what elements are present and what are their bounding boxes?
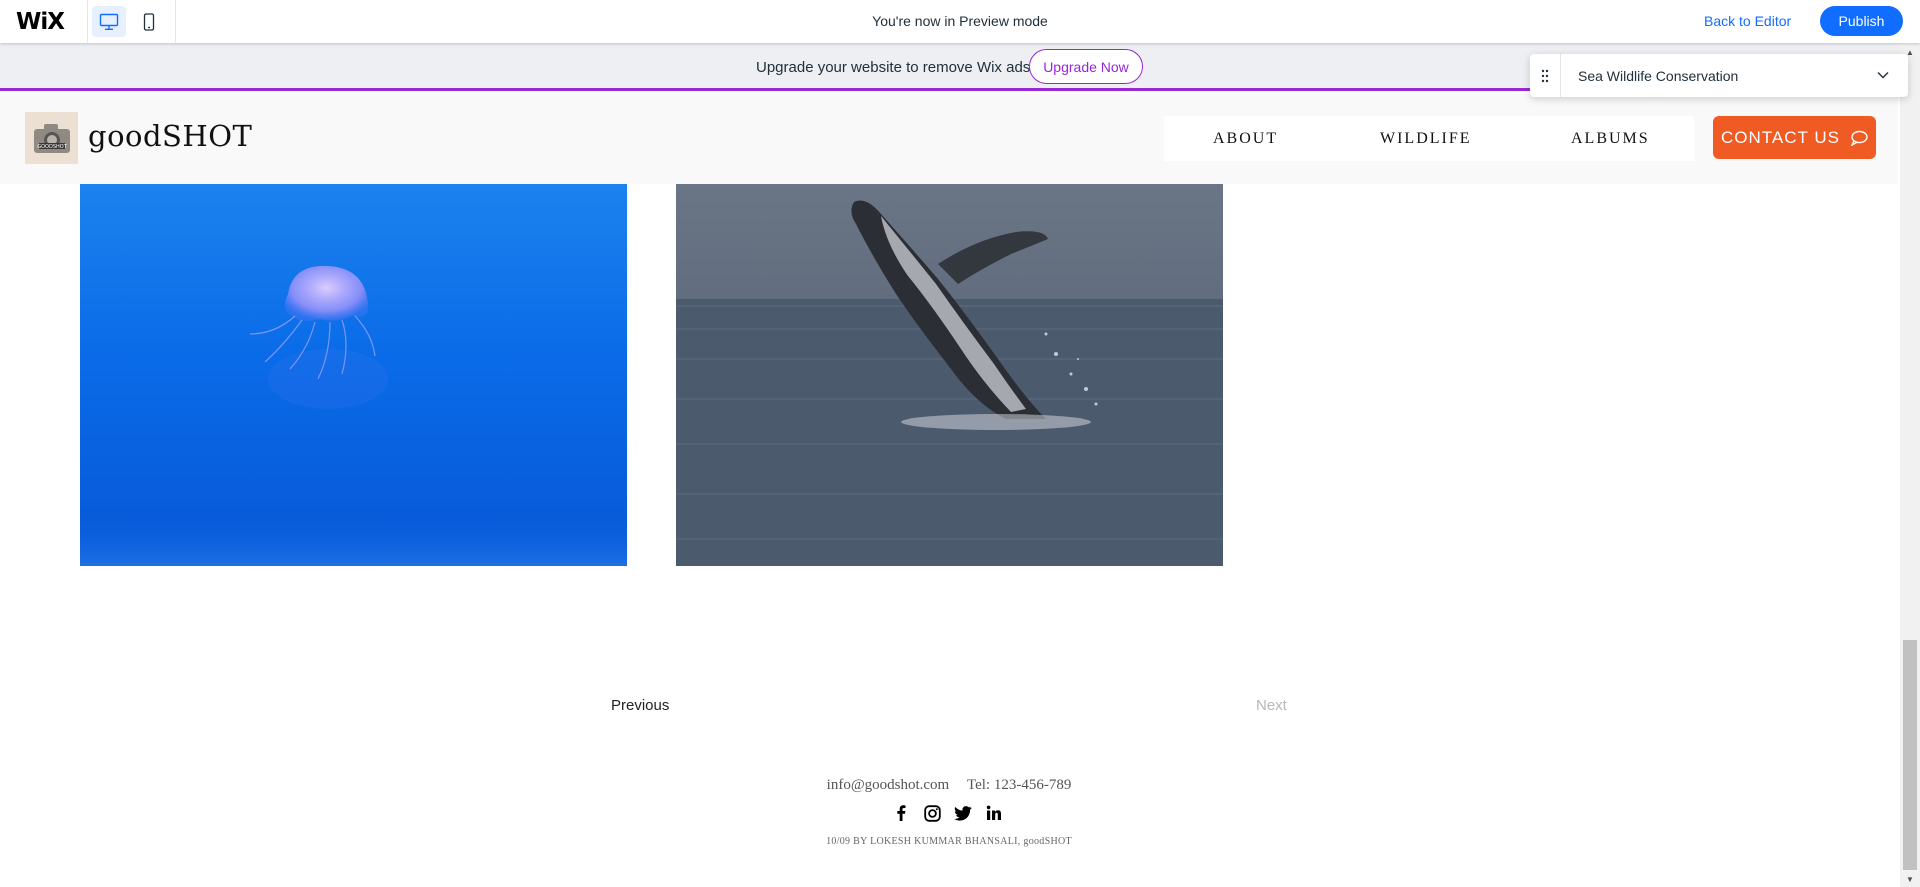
site-header: GOODSHOT goodSHOT ABOUT WILDLIFE ALBUMS … [0,94,1898,184]
footer-email[interactable]: info@goodshot.com [827,777,950,793]
nav-wildlife[interactable]: WILDLIFE [1380,130,1472,148]
back-to-editor-link[interactable]: Back to Editor [1704,13,1791,29]
next-link[interactable]: Next [1256,697,1287,714]
footer-copyright: 10/09 BY LOKESH KUMMAR BHANSALI, goodSHO… [826,836,1072,847]
contact-us-label: CONTACT US [1721,127,1840,147]
whale-photo[interactable] [676,184,1223,566]
contact-us-button[interactable]: CONTACT US [1713,116,1876,159]
drag-handle[interactable] [1530,54,1561,97]
chevron-down-icon[interactable] [1876,68,1890,87]
preview-mode-text: You're now in Preview mode [872,13,1048,29]
scrollbar-thumb[interactable] [1903,640,1917,870]
social-links [892,804,1003,822]
current-page-name: Sea Wildlife Conservation [1578,68,1739,84]
main-nav: ABOUT WILDLIFE ALBUMS [1164,116,1694,161]
jellyfish-photo[interactable] [80,184,627,566]
nav-albums[interactable]: ALBUMS [1571,130,1650,148]
publish-button[interactable]: Publish [1820,6,1903,36]
jellyfish-image [80,265,627,566]
scroll-down-arrow[interactable]: ▼ [1904,875,1916,885]
upgrade-now-button[interactable]: Upgrade Now [1029,49,1143,84]
twitter-icon[interactable] [954,804,972,822]
mobile-view-button[interactable] [132,6,166,37]
mobile-icon [143,12,155,31]
facebook-icon[interactable] [892,804,910,822]
divider [87,0,88,43]
drag-handle-icon [1541,69,1549,82]
svg-text:GOODSHOT: GOODSHOT [37,144,67,150]
upgrade-banner-text: Upgrade your website to remove Wix ads [756,59,1031,76]
footer-phone: Tel: 123-456-789 [966,777,1072,793]
desktop-icon [99,13,119,30]
camera-icon: GOODSHOT [33,124,70,153]
previous-link[interactable]: Previous [611,697,669,714]
linkedin-icon[interactable] [985,804,1003,822]
divider [175,0,176,43]
site-title[interactable]: goodSHOT [88,119,252,153]
footer-contact: info@goodshot.com Tel: 123-456-789 [0,777,1898,794]
whale-image [676,200,1223,566]
nav-about[interactable]: ABOUT [1213,130,1278,148]
instagram-icon[interactable] [923,804,941,822]
camera-logo[interactable]: GOODSHOT [25,112,78,164]
wix-preview-bar: WiX You're now in Preview mode Back to E… [0,0,1920,43]
wix-logo[interactable]: WiX [16,9,65,35]
page-selector-dropdown[interactable]: Sea Wildlife Conservation [1530,54,1908,97]
desktop-view-button[interactable] [92,6,126,37]
chat-bubble-icon [1850,130,1868,146]
